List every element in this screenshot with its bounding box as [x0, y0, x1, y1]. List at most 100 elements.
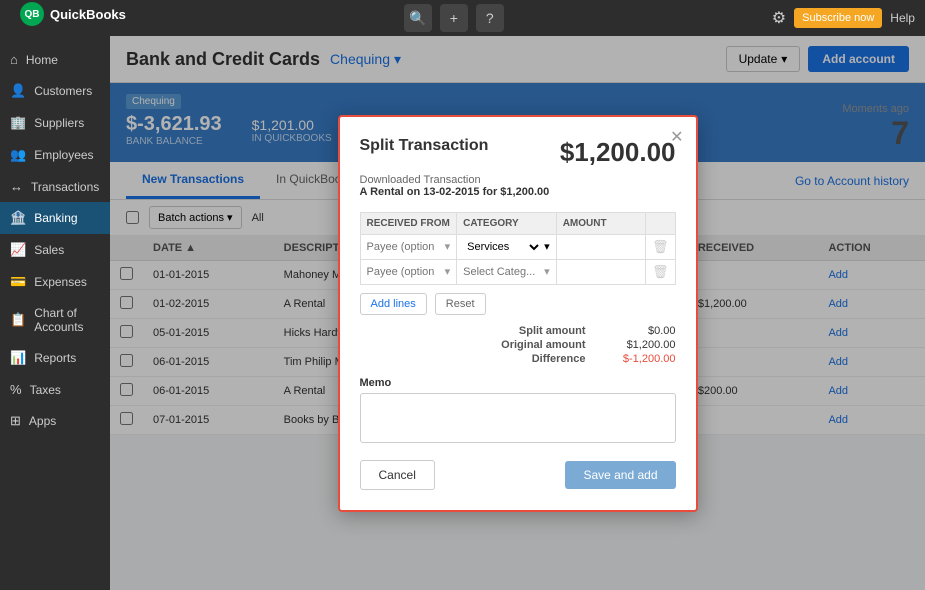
- modal-close-button[interactable]: ✕: [670, 127, 683, 147]
- split-row: ▾ Services Products ▾: [360, 234, 675, 259]
- payee-dropdown-icon[interactable]: ▾: [445, 265, 451, 278]
- split-amount-row: Split amount $0.00: [519, 325, 676, 337]
- split-actions: Add lines Reset: [360, 293, 676, 315]
- sidebar-item-employees[interactable]: 👥 Employees: [0, 139, 110, 171]
- sidebar-item-label: Suppliers: [34, 116, 84, 130]
- col-amount: AMOUNT: [556, 212, 645, 234]
- reports-icon: 📊: [10, 350, 26, 366]
- sidebar-item-label: Chart of Accounts: [34, 306, 100, 334]
- delete-row-icon-1[interactable]: 🗑: [652, 239, 669, 254]
- expenses-icon: 💳: [10, 274, 26, 290]
- memo-label: Memo: [360, 377, 676, 389]
- category-cell: ▾: [463, 265, 550, 278]
- search-icon[interactable]: 🔍: [404, 4, 432, 32]
- original-amount-value: $1,200.00: [606, 339, 676, 351]
- sidebar-item-apps[interactable]: ⊞ Apps: [0, 405, 110, 437]
- settings-icon[interactable]: ⚙: [772, 8, 786, 28]
- taxes-icon: %: [10, 382, 22, 397]
- cancel-button[interactable]: Cancel: [360, 460, 435, 490]
- payee-input-1[interactable]: [367, 241, 443, 253]
- help-circle-icon[interactable]: ?: [476, 4, 504, 32]
- sidebar-item-reports[interactable]: 📊 Reports: [0, 342, 110, 374]
- sidebar-item-banking[interactable]: 🏦 Banking: [0, 202, 110, 234]
- sidebar-item-label: Reports: [34, 351, 76, 365]
- payee-cell: ▾: [367, 240, 451, 253]
- subscribe-button[interactable]: Subscribe now: [794, 8, 882, 28]
- category-dropdown-icon[interactable]: ▾: [544, 265, 550, 278]
- add-icon[interactable]: +: [440, 4, 468, 32]
- col-category: CATEGORY: [457, 212, 557, 234]
- sidebar-item-label: Taxes: [30, 383, 61, 397]
- sidebar-item-suppliers[interactable]: 🏢 Suppliers: [0, 107, 110, 139]
- reset-button[interactable]: Reset: [435, 293, 486, 315]
- payee-input-2[interactable]: [367, 266, 443, 278]
- modal-header: Split Transaction $1,200.00: [360, 137, 676, 168]
- sidebar-item-home[interactable]: ⌂ Home: [0, 44, 110, 75]
- suppliers-icon: 🏢: [10, 115, 26, 131]
- banking-icon: 🏦: [10, 210, 26, 226]
- split-amount-value: $0.00: [606, 325, 676, 337]
- sidebar-item-sales[interactable]: 📈 Sales: [0, 234, 110, 266]
- content-area: Bank and Credit Cards Chequing ▾ Update …: [110, 36, 925, 590]
- sidebar-item-label: Sales: [34, 243, 64, 257]
- sidebar-item-transactions[interactable]: ↔ Transactions: [0, 171, 110, 202]
- sidebar-item-label: Employees: [34, 148, 93, 162]
- transactions-icon: ↔: [10, 179, 23, 194]
- top-nav-right: ⚙ Subscribe now Help: [772, 8, 915, 28]
- original-amount-row: Original amount $1,200.00: [501, 339, 675, 351]
- sidebar-item-expenses[interactable]: 💳 Expenses: [0, 266, 110, 298]
- category-select-1[interactable]: Services Products: [463, 240, 542, 254]
- customers-icon: 👤: [10, 83, 26, 99]
- split-table-header: RECEIVED FROM CATEGORY AMOUNT: [360, 212, 675, 234]
- subtitle-prefix: Downloaded Transaction: [360, 174, 481, 186]
- category-input-2[interactable]: [463, 266, 542, 278]
- sidebar-item-label: Transactions: [31, 180, 99, 194]
- sidebar-item-label: Expenses: [34, 275, 87, 289]
- sidebar-item-customers[interactable]: 👤 Customers: [0, 75, 110, 107]
- subtitle-detail: A Rental on 13-02-2015 for $1,200.00: [360, 186, 550, 198]
- difference-row: Difference $-1,200.00: [532, 353, 676, 365]
- modal-title: Split Transaction: [360, 137, 489, 155]
- sidebar-item-taxes[interactable]: % Taxes: [0, 374, 110, 405]
- logo-icon: QB: [20, 2, 44, 26]
- sales-icon: 📈: [10, 242, 26, 258]
- split-amount-label: Split amount: [519, 325, 586, 337]
- payee-dropdown-icon[interactable]: ▾: [445, 240, 451, 253]
- delete-row-icon-2[interactable]: 🗑: [652, 264, 669, 279]
- split-transaction-modal: ✕ Split Transaction $1,200.00 Downloaded…: [338, 115, 698, 512]
- amount-input-2[interactable]: [563, 266, 639, 278]
- category-dropdown-icon: ▾: [544, 240, 550, 253]
- memo-textarea[interactable]: [360, 393, 676, 443]
- sidebar-item-label: Banking: [34, 211, 77, 225]
- sidebar-item-label: Home: [26, 53, 58, 67]
- amount-input-1[interactable]: [563, 241, 639, 253]
- sidebar-item-label: Apps: [29, 414, 56, 428]
- split-table: RECEIVED FROM CATEGORY AMOUNT ▾: [360, 212, 676, 285]
- split-table-body: ▾ Services Products ▾: [360, 234, 675, 284]
- sidebar: ⌂ Home 👤 Customers 🏢 Suppliers 👥 Employe…: [0, 36, 110, 590]
- modal-footer: Cancel Save and add: [360, 460, 676, 490]
- employees-icon: 👥: [10, 147, 26, 163]
- original-amount-label: Original amount: [501, 339, 585, 351]
- top-nav: QB QuickBooks 🔍 + ? ⚙ Subscribe now Help: [0, 0, 925, 36]
- category-cell: Services Products ▾: [463, 240, 550, 254]
- modal-amount: $1,200.00: [560, 137, 676, 168]
- split-summary: Split amount $0.00 Original amount $1,20…: [360, 325, 676, 367]
- home-icon: ⌂: [10, 52, 18, 67]
- modal-overlay: ✕ Split Transaction $1,200.00 Downloaded…: [110, 36, 925, 590]
- add-lines-button[interactable]: Add lines: [360, 293, 427, 315]
- difference-label: Difference: [532, 353, 586, 365]
- modal-subtitle: Downloaded Transaction A Rental on 13-02…: [360, 174, 676, 198]
- sidebar-item-label: Customers: [34, 84, 92, 98]
- payee-cell: ▾: [367, 265, 451, 278]
- save-and-add-button[interactable]: Save and add: [565, 461, 675, 489]
- split-row: ▾ ▾ 🗑: [360, 259, 675, 284]
- apps-icon: ⊞: [10, 413, 21, 429]
- top-nav-center: 🔍 + ?: [404, 4, 504, 32]
- app-name: QuickBooks: [50, 7, 126, 22]
- chart-icon: 📋: [10, 312, 26, 328]
- difference-value: $-1,200.00: [606, 353, 676, 365]
- sidebar-item-chart-of-accounts[interactable]: 📋 Chart of Accounts: [0, 298, 110, 342]
- col-received-from: RECEIVED FROM: [360, 212, 457, 234]
- help-link[interactable]: Help: [890, 11, 915, 25]
